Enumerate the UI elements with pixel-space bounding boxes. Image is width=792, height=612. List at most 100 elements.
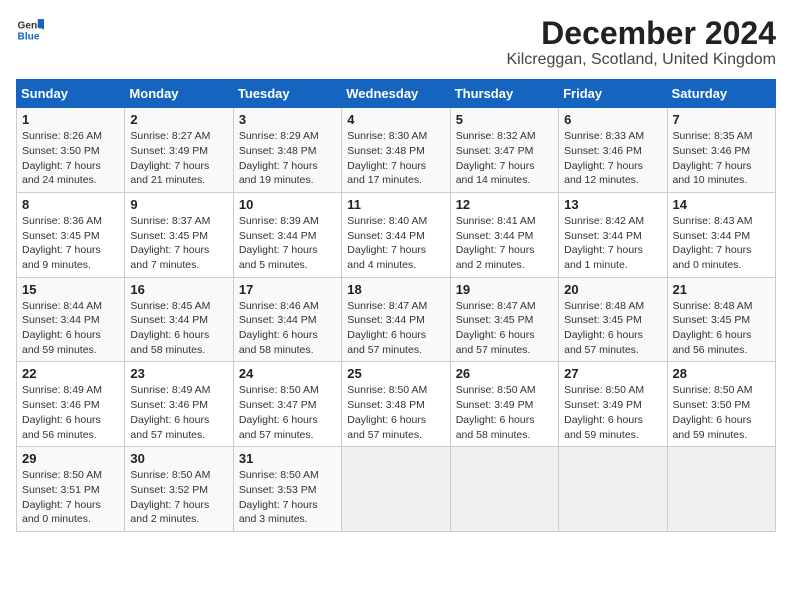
day-info: Sunrise: 8:49 AMSunset: 3:46 PMDaylight:…	[22, 383, 119, 442]
location-title: Kilcreggan, Scotland, United Kingdom	[507, 51, 777, 69]
day-info: Sunrise: 8:35 AMSunset: 3:46 PMDaylight:…	[673, 129, 770, 188]
day-number: 8	[22, 197, 119, 212]
calendar-week-row: 1 Sunrise: 8:26 AMSunset: 3:50 PMDaylight…	[17, 108, 776, 193]
day-number: 7	[673, 112, 770, 127]
day-info: Sunrise: 8:33 AMSunset: 3:46 PMDaylight:…	[564, 129, 661, 188]
calendar-day-cell: 21 Sunrise: 8:48 AMSunset: 3:45 PMDayligh…	[667, 277, 775, 362]
day-info: Sunrise: 8:50 AMSunset: 3:50 PMDaylight:…	[673, 383, 770, 442]
day-number: 1	[22, 112, 119, 127]
calendar-day-cell: 3 Sunrise: 8:29 AMSunset: 3:48 PMDaylight…	[233, 108, 341, 193]
day-info: Sunrise: 8:41 AMSunset: 3:44 PMDaylight:…	[456, 214, 553, 273]
calendar-week-row: 15 Sunrise: 8:44 AMSunset: 3:44 PMDayligh…	[17, 277, 776, 362]
day-number: 12	[456, 197, 553, 212]
day-info: Sunrise: 8:39 AMSunset: 3:44 PMDaylight:…	[239, 214, 336, 273]
calendar-day-cell	[559, 447, 667, 532]
calendar-day-cell: 29Sunrise: 8:50 AMSunset: 3:51 PMDayligh…	[17, 447, 125, 532]
calendar-day-cell: 8 Sunrise: 8:36 AMSunset: 3:45 PMDaylight…	[17, 192, 125, 277]
calendar-day-cell: 20Sunrise: 8:48 AMSunset: 3:45 PMDayligh…	[559, 277, 667, 362]
day-number: 28	[673, 366, 770, 381]
weekday-header-cell: Tuesday	[233, 80, 341, 108]
weekday-header-cell: Thursday	[450, 80, 558, 108]
calendar-day-cell: 14 Sunrise: 8:43 AMSunset: 3:44 PMDayligh…	[667, 192, 775, 277]
weekday-header-cell: Saturday	[667, 80, 775, 108]
calendar-table: SundayMondayTuesdayWednesdayThursdayFrid…	[16, 79, 776, 532]
day-info: Sunrise: 8:50 AMSunset: 3:53 PMDaylight:…	[239, 468, 336, 527]
day-number: 22	[22, 366, 119, 381]
calendar-day-cell: 22 Sunrise: 8:49 AMSunset: 3:46 PMDayligh…	[17, 362, 125, 447]
calendar-day-cell: 15 Sunrise: 8:44 AMSunset: 3:44 PMDayligh…	[17, 277, 125, 362]
calendar-day-cell: 2 Sunrise: 8:27 AMSunset: 3:49 PMDaylight…	[125, 108, 233, 193]
weekday-header-cell: Wednesday	[342, 80, 450, 108]
day-info: Sunrise: 8:44 AMSunset: 3:44 PMDaylight:…	[22, 299, 119, 358]
calendar-day-cell: 26 Sunrise: 8:50 AMSunset: 3:49 PMDayligh…	[450, 362, 558, 447]
day-info: Sunrise: 8:26 AMSunset: 3:50 PMDaylight:…	[22, 129, 119, 188]
calendar-day-cell: 25Sunrise: 8:50 AMSunset: 3:48 PMDayligh…	[342, 362, 450, 447]
day-info: Sunrise: 8:47 AMSunset: 3:44 PMDaylight:…	[347, 299, 444, 358]
calendar-day-cell: 1 Sunrise: 8:26 AMSunset: 3:50 PMDaylight…	[17, 108, 125, 193]
calendar-day-cell: 28 Sunrise: 8:50 AMSunset: 3:50 PMDayligh…	[667, 362, 775, 447]
calendar-day-cell: 24 Sunrise: 8:50 AMSunset: 3:47 PMDayligh…	[233, 362, 341, 447]
title-area: December 2024 Kilcreggan, Scotland, Unit…	[507, 16, 777, 69]
calendar-day-cell: 11 Sunrise: 8:40 AMSunset: 3:44 PMDayligh…	[342, 192, 450, 277]
day-number: 31	[239, 451, 336, 466]
day-info: Sunrise: 8:50 AMSunset: 3:52 PMDaylight:…	[130, 468, 227, 527]
calendar-day-cell	[667, 447, 775, 532]
calendar-day-cell: 23 Sunrise: 8:49 AMSunset: 3:46 PMDayligh…	[125, 362, 233, 447]
calendar-body: 1 Sunrise: 8:26 AMSunset: 3:50 PMDaylight…	[17, 108, 776, 532]
day-number: 16	[130, 282, 227, 297]
day-info: Sunrise: 8:48 AMSunset: 3:45 PMDaylight:…	[673, 299, 770, 358]
day-info: Sunrise: 8:50 AMSunset: 3:48 PMDaylight:…	[347, 383, 444, 442]
calendar-day-cell: 9Sunrise: 8:37 AMSunset: 3:45 PMDaylight…	[125, 192, 233, 277]
calendar-day-cell: 4 Sunrise: 8:30 AMSunset: 3:48 PMDaylight…	[342, 108, 450, 193]
day-info: Sunrise: 8:43 AMSunset: 3:44 PMDaylight:…	[673, 214, 770, 273]
calendar-day-cell: 5Sunrise: 8:32 AMSunset: 3:47 PMDaylight…	[450, 108, 558, 193]
calendar-day-cell: 7 Sunrise: 8:35 AMSunset: 3:46 PMDaylight…	[667, 108, 775, 193]
day-info: Sunrise: 8:50 AMSunset: 3:49 PMDaylight:…	[456, 383, 553, 442]
day-number: 18	[347, 282, 444, 297]
day-number: 26	[456, 366, 553, 381]
day-number: 14	[673, 197, 770, 212]
weekday-header-row: SundayMondayTuesdayWednesdayThursdayFrid…	[17, 80, 776, 108]
day-info: Sunrise: 8:27 AMSunset: 3:49 PMDaylight:…	[130, 129, 227, 188]
day-number: 3	[239, 112, 336, 127]
calendar-week-row: 29Sunrise: 8:50 AMSunset: 3:51 PMDayligh…	[17, 447, 776, 532]
day-info: Sunrise: 8:49 AMSunset: 3:46 PMDaylight:…	[130, 383, 227, 442]
day-number: 23	[130, 366, 227, 381]
day-info: Sunrise: 8:36 AMSunset: 3:45 PMDaylight:…	[22, 214, 119, 273]
day-info: Sunrise: 8:30 AMSunset: 3:48 PMDaylight:…	[347, 129, 444, 188]
day-number: 15	[22, 282, 119, 297]
calendar-day-cell: 10 Sunrise: 8:39 AMSunset: 3:44 PMDayligh…	[233, 192, 341, 277]
day-info: Sunrise: 8:47 AMSunset: 3:45 PMDaylight:…	[456, 299, 553, 358]
calendar-day-cell: 16Sunrise: 8:45 AMSunset: 3:44 PMDayligh…	[125, 277, 233, 362]
day-number: 10	[239, 197, 336, 212]
day-number: 20	[564, 282, 661, 297]
month-title: December 2024	[507, 16, 777, 51]
calendar-day-cell: 30Sunrise: 8:50 AMSunset: 3:52 PMDayligh…	[125, 447, 233, 532]
calendar-day-cell: 18 Sunrise: 8:47 AMSunset: 3:44 PMDayligh…	[342, 277, 450, 362]
day-number: 27	[564, 366, 661, 381]
day-number: 24	[239, 366, 336, 381]
day-number: 6	[564, 112, 661, 127]
day-number: 21	[673, 282, 770, 297]
day-number: 4	[347, 112, 444, 127]
day-number: 5	[456, 112, 553, 127]
day-info: Sunrise: 8:46 AMSunset: 3:44 PMDaylight:…	[239, 299, 336, 358]
day-info: Sunrise: 8:42 AMSunset: 3:44 PMDaylight:…	[564, 214, 661, 273]
day-number: 17	[239, 282, 336, 297]
svg-text:Blue: Blue	[18, 31, 40, 42]
day-info: Sunrise: 8:50 AMSunset: 3:47 PMDaylight:…	[239, 383, 336, 442]
day-number: 9	[130, 197, 227, 212]
calendar-day-cell: 17 Sunrise: 8:46 AMSunset: 3:44 PMDayligh…	[233, 277, 341, 362]
calendar-day-cell: 6 Sunrise: 8:33 AMSunset: 3:46 PMDaylight…	[559, 108, 667, 193]
calendar-day-cell	[342, 447, 450, 532]
weekday-header-cell: Monday	[125, 80, 233, 108]
calendar-day-cell: 31 Sunrise: 8:50 AMSunset: 3:53 PMDayligh…	[233, 447, 341, 532]
calendar-day-cell: 13Sunrise: 8:42 AMSunset: 3:44 PMDayligh…	[559, 192, 667, 277]
weekday-header-cell: Sunday	[17, 80, 125, 108]
calendar-week-row: 22 Sunrise: 8:49 AMSunset: 3:46 PMDayligh…	[17, 362, 776, 447]
day-info: Sunrise: 8:29 AMSunset: 3:48 PMDaylight:…	[239, 129, 336, 188]
header: General Blue December 2024 Kilcreggan, S…	[16, 16, 776, 69]
day-number: 11	[347, 197, 444, 212]
day-info: Sunrise: 8:40 AMSunset: 3:44 PMDaylight:…	[347, 214, 444, 273]
day-number: 2	[130, 112, 227, 127]
